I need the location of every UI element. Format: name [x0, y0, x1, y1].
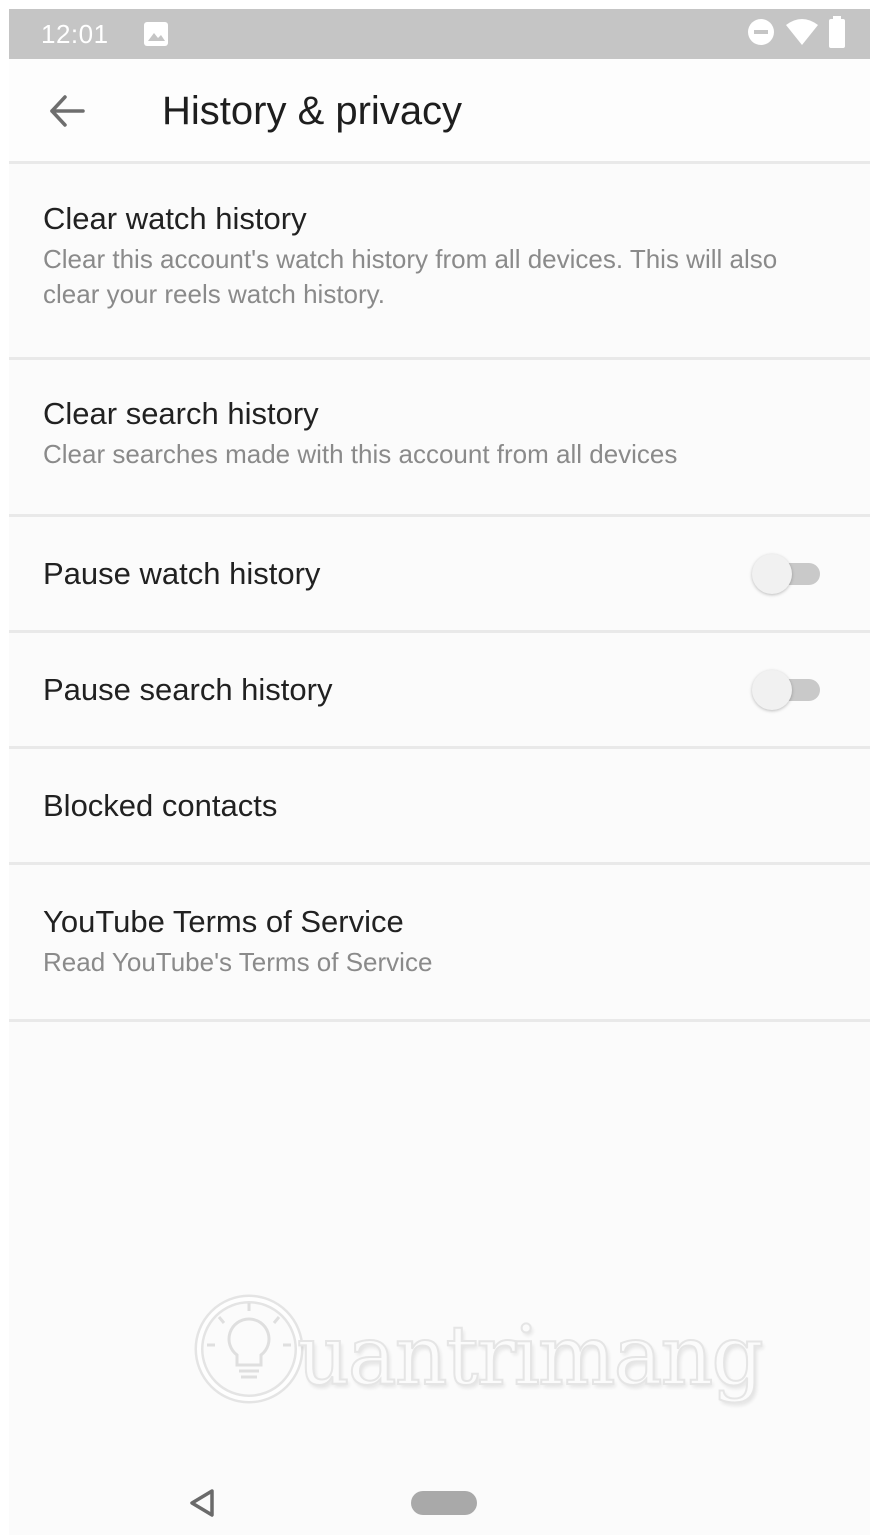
do-not-disturb-icon — [746, 17, 776, 52]
setting-title: Clear watch history — [43, 201, 307, 236]
wifi-icon — [784, 17, 820, 52]
status-time: 12:01 — [41, 19, 109, 49]
settings-list: Clear watch history Clear this account's… — [9, 164, 870, 1022]
setting-title: Clear search history — [43, 396, 319, 431]
screen: 12:01 History & privacy Clear watch hist… — [9, 9, 870, 1535]
setting-title: Blocked contacts — [43, 788, 278, 823]
setting-pause-watch-history[interactable]: Pause watch history — [9, 517, 870, 633]
pause-search-history-toggle[interactable] — [752, 670, 822, 710]
setting-subtitle: Read YouTube's Terms of Service — [43, 947, 433, 977]
status-bar: 12:01 — [9, 9, 870, 59]
navigation-bar — [9, 1449, 870, 1535]
status-icons — [746, 15, 846, 52]
setting-clear-watch-history[interactable]: Clear watch history Clear this account's… — [9, 164, 870, 360]
toggle-thumb — [752, 670, 792, 710]
setting-youtube-terms-of-service[interactable]: YouTube Terms of Service Read YouTube's … — [9, 865, 870, 1022]
app-bar: History & privacy — [9, 59, 870, 161]
page-title: History & privacy — [162, 89, 463, 133]
setting-subtitle: Clear this account's watch history from … — [43, 244, 778, 309]
arrow-back-icon[interactable] — [47, 91, 87, 131]
setting-blocked-contacts[interactable]: Blocked contacts — [9, 749, 870, 865]
nav-home-pill[interactable] — [411, 1491, 477, 1515]
nav-back-icon[interactable] — [187, 1487, 217, 1519]
setting-pause-search-history[interactable]: Pause search history — [9, 633, 870, 749]
watermark: uantrimang — [189, 1289, 769, 1419]
watermark-text: uantrimang — [296, 1308, 765, 1405]
setting-title: Pause watch history — [43, 556, 321, 591]
setting-clear-search-history[interactable]: Clear search history Clear searches made… — [9, 360, 870, 517]
image-icon — [143, 21, 169, 47]
setting-title: YouTube Terms of Service — [43, 904, 404, 939]
pause-watch-history-toggle[interactable] — [752, 554, 822, 594]
battery-icon — [828, 15, 846, 53]
toggle-thumb — [752, 554, 792, 594]
setting-subtitle: Clear searches made with this account fr… — [43, 439, 678, 469]
lightbulb-logo-icon — [189, 1289, 309, 1409]
setting-title: Pause search history — [43, 672, 333, 707]
